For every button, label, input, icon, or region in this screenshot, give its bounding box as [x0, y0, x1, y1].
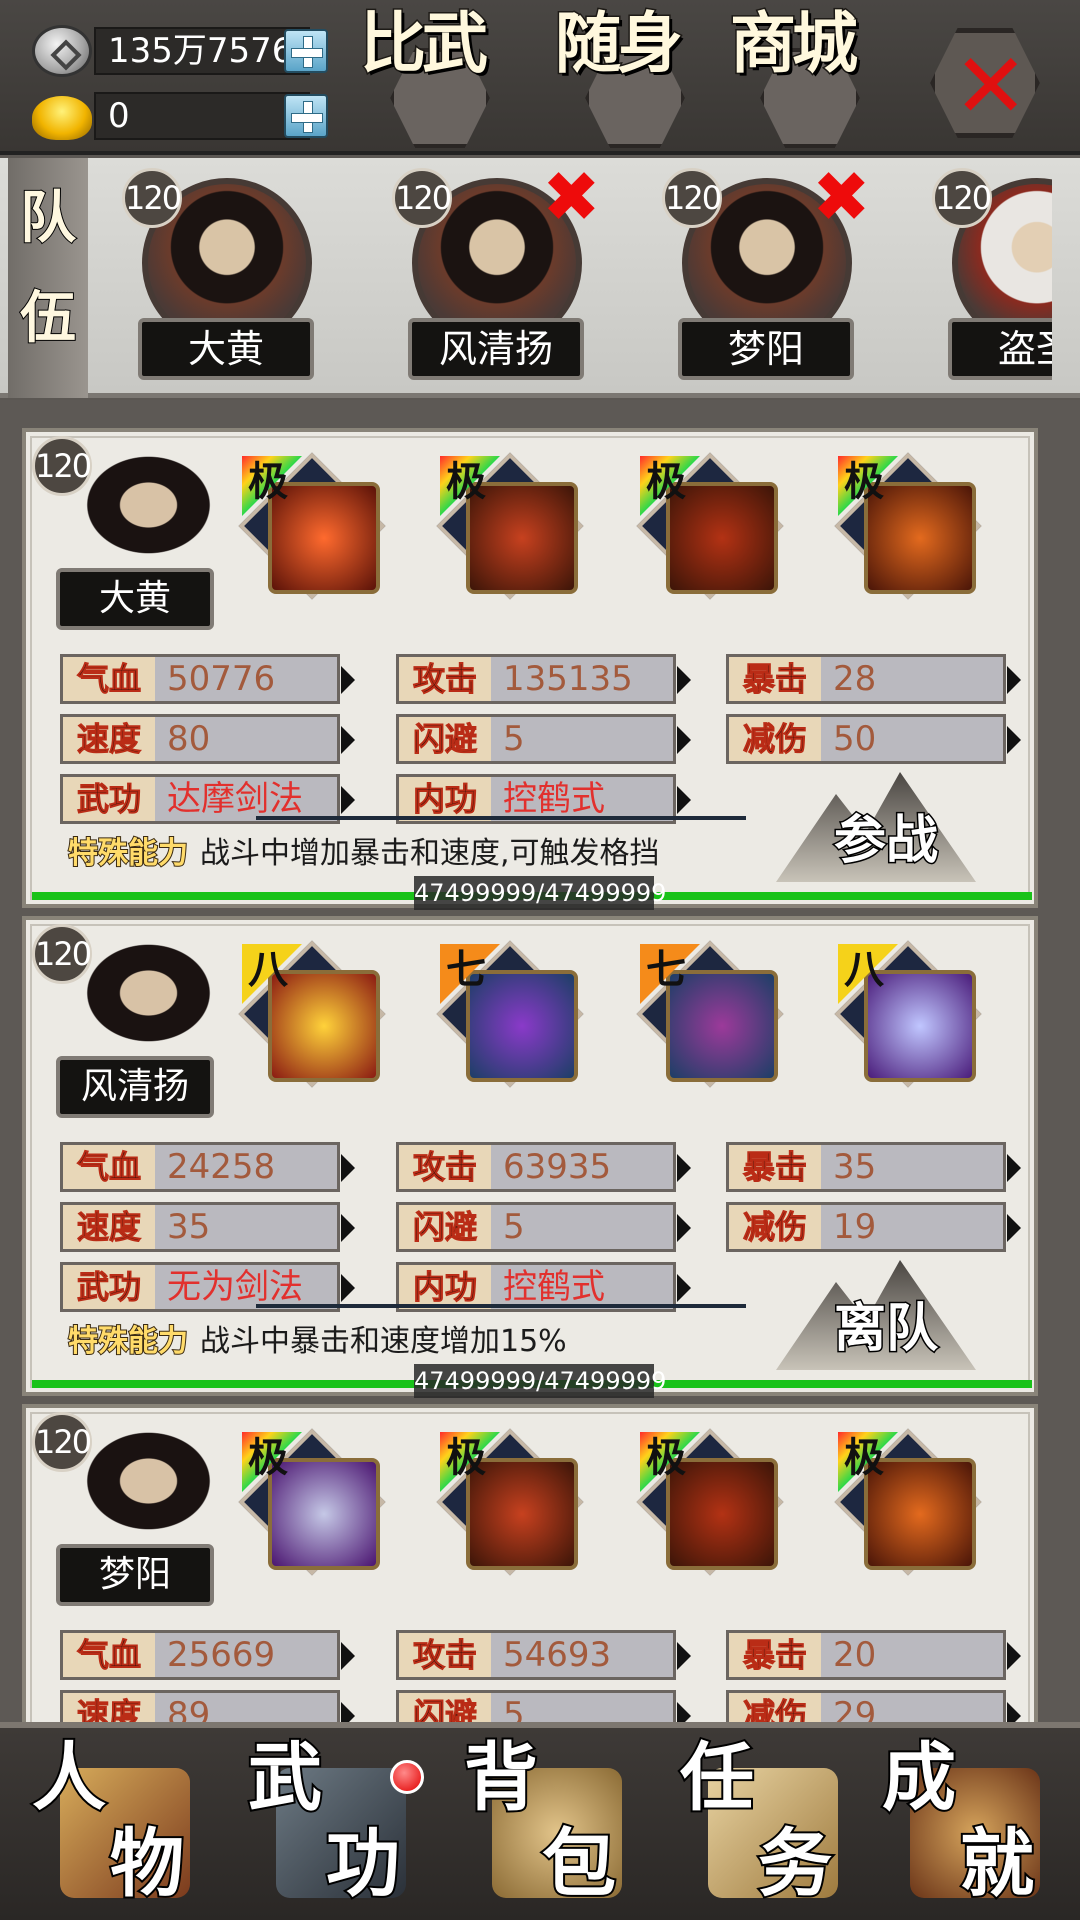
equipment-slot[interactable]: 极 [636, 452, 784, 600]
shop-label: 商城 [729, 4, 860, 82]
level-badge: 120 [392, 168, 452, 228]
stat-dodge: 闪避 5 [396, 1690, 691, 1722]
member-name: 盗圣 [948, 318, 1052, 380]
equipment-slot[interactable]: 八 [238, 940, 386, 1088]
team-member[interactable]: 120 盗圣 [932, 158, 1052, 388]
grade-label: 极 [248, 1434, 288, 1481]
gold-amount: 0 [94, 92, 310, 140]
team-member[interactable]: 120 风清扬 ✖ [392, 158, 601, 388]
top-bar: 135万7576 0 比武 随身 商城 ✕ [0, 0, 1080, 155]
level-badge: 120 [932, 168, 992, 228]
grade-label: 八 [844, 946, 884, 993]
stat-attack: 攻击 63935 [396, 1142, 691, 1192]
stat-speed: 速度 35 [60, 1202, 355, 1252]
equipment-slot[interactable]: 极 [436, 1428, 584, 1576]
stat-attack: 攻击 135135 [396, 654, 691, 704]
hero-name: 梦阳 [56, 1544, 214, 1606]
team-bar: 队伍 120 大黄 120 风清扬 ✖ 120 梦阳 ✖ 120 盗圣 [0, 158, 1080, 398]
grade-label: 极 [446, 458, 486, 505]
equipment-slot[interactable]: 极 [834, 1428, 982, 1576]
stat-damage-reduction: 减伤 19 [726, 1202, 1021, 1252]
gold-ingot-icon [32, 96, 92, 140]
hero-name: 大黄 [56, 568, 214, 630]
remove-member-icon[interactable]: ✖ [812, 162, 871, 232]
nav-backpack[interactable]: 背 包 [452, 1736, 652, 1918]
hp-text: 47499999/47499999 [414, 876, 666, 910]
stat-crit: 暴击 35 [726, 1142, 1021, 1192]
equipment-slot[interactable]: 八 [834, 940, 982, 1088]
add-silver-button[interactable] [284, 29, 328, 73]
stat-speed: 速度 89 [60, 1690, 355, 1722]
hero-name: 风清扬 [56, 1056, 214, 1118]
nav-character[interactable]: 人 物 [20, 1736, 220, 1918]
nav-achievements[interactable]: 成 就 [870, 1736, 1070, 1918]
stat-crit: 暴击 20 [726, 1630, 1021, 1680]
equipment-slot[interactable]: 极 [238, 452, 386, 600]
grade-label: 极 [248, 458, 288, 505]
equipment-slot[interactable]: 极 [238, 1428, 386, 1576]
gold-currency: 0 [32, 90, 332, 140]
stat-speed: 速度 80 [60, 714, 355, 764]
bottom-nav: 人 物 武 功 背 包 任 务 成 就 [0, 1722, 1080, 1920]
special-ability: 特殊能力 战斗中暴击和速度增加15% [67, 1323, 567, 1360]
hero-list[interactable]: 120 大黄 极 极 极 极 气血 50776 攻击 135135 暴击 28 … [0, 400, 1080, 1722]
add-gold-button[interactable] [284, 94, 328, 138]
silver-amount: 135万7576 [94, 27, 310, 75]
team-label: 队伍 [8, 158, 88, 398]
remove-member-icon[interactable]: ✖ [542, 162, 601, 232]
equipment-slot[interactable]: 极 [436, 452, 584, 600]
grade-label: 八 [248, 946, 288, 993]
grade-label: 七 [646, 946, 686, 993]
hero-card: 120 风清扬 八 七 七 八 气血 24258 攻击 63935 暴击 35 … [22, 916, 1038, 1398]
grade-label: 极 [646, 1434, 686, 1481]
stat-attack: 攻击 54693 [396, 1630, 691, 1680]
grade-label: 极 [446, 1434, 486, 1481]
pvp-button[interactable]: 比武 [359, 7, 510, 148]
grade-label: 极 [646, 458, 686, 505]
level-badge: 120 [32, 436, 92, 496]
silver-coin-icon [32, 25, 92, 77]
carry-label: 随身 [554, 4, 685, 82]
pvp-label: 比武 [359, 4, 490, 82]
grade-label: 七 [446, 946, 486, 993]
stat-hp: 气血 24258 [60, 1142, 355, 1192]
member-name: 风清扬 [408, 318, 584, 380]
level-badge: 120 [32, 924, 92, 984]
hero-card: 120 大黄 极 极 极 极 气血 50776 攻击 135135 暴击 28 … [22, 428, 1038, 910]
special-ability: 特殊能力 战斗中增加暴击和速度,可触发格挡 [67, 835, 660, 872]
level-badge: 120 [662, 168, 722, 228]
nav-quests[interactable]: 任 务 [668, 1736, 868, 1918]
equipment-slot[interactable]: 极 [834, 452, 982, 600]
member-name: 大黄 [138, 318, 314, 380]
leave-team-button[interactable]: 离队 [776, 1260, 976, 1370]
join-battle-button[interactable]: 参战 [776, 772, 976, 882]
shop-button[interactable]: 商城 [729, 7, 880, 148]
stat-hp: 气血 25669 [60, 1630, 355, 1680]
team-member[interactable]: 120 梦阳 ✖ [662, 158, 871, 388]
stat-damage-reduction: 减伤 50 [726, 714, 1021, 764]
hp-text: 47499999/47499999 [414, 1364, 666, 1398]
stat-crit: 暴击 28 [726, 654, 1021, 704]
team-member[interactable]: 120 大黄 [122, 158, 314, 388]
level-badge: 120 [32, 1412, 92, 1472]
stat-dodge: 闪避 5 [396, 1202, 691, 1252]
equipment-slot[interactable]: 七 [436, 940, 584, 1088]
divider [256, 816, 746, 820]
grade-label: 极 [844, 458, 884, 505]
close-icon: ✕ [953, 34, 1029, 139]
divider [256, 1304, 746, 1308]
equipment-slot[interactable]: 极 [636, 1428, 784, 1576]
stat-dodge: 闪避 5 [396, 714, 691, 764]
close-button[interactable]: ✕ [930, 28, 1040, 138]
stat-damage-reduction: 减伤 29 [726, 1690, 1021, 1722]
silver-currency: 135万7576 [32, 25, 332, 77]
notification-dot [390, 1760, 424, 1794]
equipment-slot[interactable]: 七 [636, 940, 784, 1088]
level-badge: 120 [122, 168, 182, 228]
member-name: 梦阳 [678, 318, 854, 380]
grade-label: 极 [844, 1434, 884, 1481]
hero-card: 120 梦阳 极 极 极 极 气血 25669 攻击 54693 暴击 20 速… [22, 1404, 1038, 1722]
stat-hp: 气血 50776 [60, 654, 355, 704]
carry-button[interactable]: 随身 [554, 7, 705, 148]
